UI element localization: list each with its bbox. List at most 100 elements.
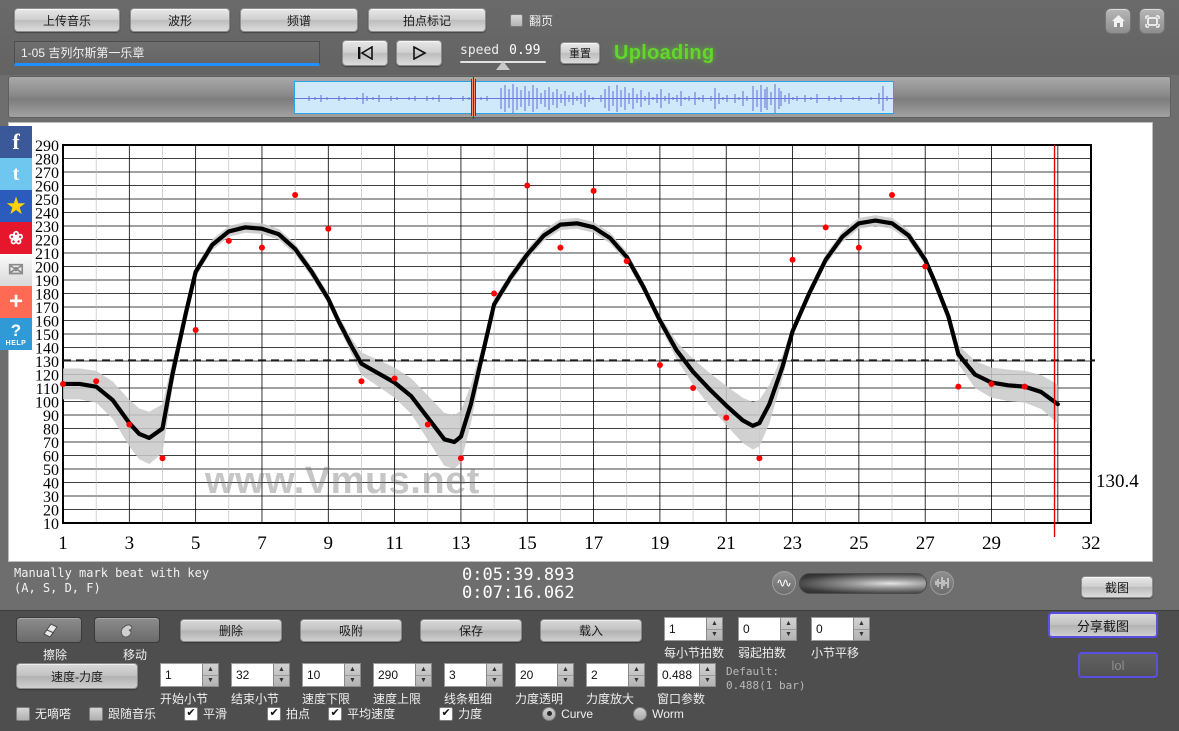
- smooth-group[interactable]: 平滑: [184, 705, 227, 722]
- dynamics-checkbox[interactable]: [439, 706, 454, 721]
- tempo-max-input[interactable]: [373, 663, 415, 687]
- spectrum-button[interactable]: 频谱: [240, 8, 358, 32]
- beats-group[interactable]: 拍点: [267, 705, 310, 722]
- waveform-selection-region[interactable]: [294, 81, 894, 114]
- page-flip-checkbox[interactable]: [510, 13, 523, 27]
- line-width-stepper[interactable]: ▲ ▼: [444, 663, 503, 687]
- beats-checkbox[interactable]: [267, 706, 282, 721]
- save-button[interactable]: 保存: [420, 619, 522, 642]
- spinner-down-icon[interactable]: ▼: [629, 676, 644, 687]
- window-param-stepper[interactable]: ▲ ▼: [657, 663, 716, 687]
- dynamics-scale-stepper[interactable]: ▲ ▼: [586, 663, 645, 687]
- snap-button[interactable]: 吸附: [300, 619, 402, 642]
- tempo-chart-panel[interactable]: 10 20 30 40 50 60 70 80 90 100 110 120 130 140 150 160 1…: [8, 122, 1153, 562]
- dynamics-opacity-group[interactable]: ▲ ▼ 力度透明: [515, 663, 574, 707]
- waveform-playhead-line[interactable]: [473, 77, 474, 119]
- start-bar-input[interactable]: [160, 663, 202, 687]
- rewind-button[interactable]: [342, 40, 388, 66]
- track-title-field[interactable]: 1-05 吉列尔斯第一乐章: [14, 40, 320, 66]
- spinner-down-icon[interactable]: ▼: [416, 676, 431, 687]
- waveform-zoom-out-button[interactable]: [772, 571, 796, 595]
- spinner-up-icon[interactable]: ▲: [629, 664, 644, 676]
- snapshot-button[interactable]: 截图: [1081, 576, 1153, 598]
- speed-slider-group[interactable]: speed 0.99: [460, 43, 546, 70]
- dynamics-scale-group[interactable]: ▲ ▼ 力度放大: [586, 663, 645, 707]
- dynamics-opacity-stepper[interactable]: ▲ ▼: [515, 663, 574, 687]
- pickup-beats-stepper[interactable]: ▲ ▼: [738, 617, 798, 641]
- spinner-up-icon[interactable]: ▲: [487, 664, 502, 676]
- tempo-dynamics-button[interactable]: 速度-力度: [16, 663, 138, 689]
- upload-music-button[interactable]: 上传音乐: [14, 8, 120, 32]
- dynamics-scale-arrows[interactable]: ▲ ▼: [628, 663, 645, 687]
- start-bar-arrows[interactable]: ▲ ▼: [202, 663, 219, 687]
- line-width-input[interactable]: [444, 663, 486, 687]
- move-tool-group[interactable]: 移动: [94, 617, 176, 663]
- window-param-arrows[interactable]: ▲ ▼: [699, 663, 716, 687]
- erase-tool-group[interactable]: 擦除: [16, 617, 94, 663]
- spinner-down-icon[interactable]: ▼: [854, 630, 869, 641]
- fullscreen-button[interactable]: [1139, 8, 1165, 34]
- spinner-down-icon[interactable]: ▼: [558, 676, 573, 687]
- beat-mark-button[interactable]: 拍点标记: [368, 8, 486, 32]
- tempo-min-arrows[interactable]: ▲ ▼: [344, 663, 361, 687]
- beats-per-bar-input[interactable]: [664, 617, 706, 641]
- spinner-down-icon[interactable]: ▼: [203, 676, 218, 687]
- waveform-button[interactable]: 波形: [130, 8, 230, 32]
- tempo-min-group[interactable]: ▲ ▼ 速度下限: [302, 663, 361, 707]
- start-bar-stepper[interactable]: ▲ ▼: [160, 663, 219, 687]
- add-more-icon[interactable]: +: [0, 286, 32, 318]
- spinner-down-icon[interactable]: ▼: [345, 676, 360, 687]
- spinner-up-icon[interactable]: ▲: [707, 618, 722, 630]
- tempo-max-stepper[interactable]: ▲ ▼: [373, 663, 432, 687]
- pickup-beats-group[interactable]: ▲ ▼ 弱起拍数: [738, 617, 798, 661]
- spinner-up-icon[interactable]: ▲: [345, 664, 360, 676]
- end-bar-arrows[interactable]: ▲ ▼: [273, 663, 290, 687]
- tempo-max-arrows[interactable]: ▲ ▼: [415, 663, 432, 687]
- load-button[interactable]: 载入: [540, 619, 642, 642]
- average-tempo-group[interactable]: 平均速度: [328, 705, 395, 722]
- qzone-star-icon[interactable]: ★: [0, 190, 32, 222]
- spinner-up-icon[interactable]: ▲: [781, 618, 797, 630]
- average-tempo-checkbox[interactable]: [328, 706, 343, 721]
- tempo-max-group[interactable]: ▲ ▼ 速度上限: [373, 663, 432, 707]
- delete-button[interactable]: 删除: [180, 619, 282, 642]
- spinner-up-icon[interactable]: ▲: [854, 618, 870, 630]
- dynamics-opacity-arrows[interactable]: ▲ ▼: [557, 663, 574, 687]
- beats-per-bar-stepper[interactable]: ▲ ▼: [664, 617, 723, 641]
- spinner-down-icon[interactable]: ▼: [700, 676, 715, 687]
- move-button[interactable]: [94, 617, 160, 643]
- spinner-down-icon[interactable]: ▼: [274, 676, 289, 687]
- spinner-down-icon[interactable]: ▼: [781, 630, 796, 641]
- tempo-min-input[interactable]: [302, 663, 344, 687]
- tempo-chart[interactable]: 1020304050607080901001101201301401501601…: [9, 123, 1154, 563]
- no-click-group[interactable]: 无嘀嗒: [16, 705, 71, 722]
- waveform-zoom-slider[interactable]: [772, 570, 954, 596]
- share-disabled-button[interactable]: lol: [1078, 652, 1158, 678]
- tempo-min-stepper[interactable]: ▲ ▼: [302, 663, 361, 687]
- worm-radio[interactable]: [633, 706, 648, 721]
- curve-radio[interactable]: [542, 706, 557, 721]
- end-bar-input[interactable]: [231, 663, 273, 687]
- spinner-up-icon[interactable]: ▲: [416, 664, 431, 676]
- beats-per-bar-group[interactable]: ▲ ▼ 每小节拍数: [664, 617, 724, 661]
- weibo-icon[interactable]: ❀: [0, 222, 32, 254]
- waveform-overview-strip[interactable]: [8, 76, 1171, 119]
- spinner-up-icon[interactable]: ▲: [274, 664, 289, 676]
- beats-per-bar-arrows[interactable]: ▲ ▼: [706, 617, 723, 641]
- spinner-up-icon[interactable]: ▲: [203, 664, 218, 676]
- page-flip-checkbox-group[interactable]: 翻页: [510, 12, 553, 29]
- smooth-checkbox[interactable]: [184, 706, 199, 721]
- spinner-down-icon[interactable]: ▼: [707, 630, 722, 641]
- spinner-up-icon[interactable]: ▲: [700, 664, 715, 676]
- share-snapshot-button[interactable]: 分享截图: [1048, 612, 1158, 638]
- pickup-beats-input[interactable]: [738, 617, 781, 641]
- waveform-zoom-in-button[interactable]: [930, 571, 954, 595]
- twitter-icon[interactable]: t: [0, 158, 32, 190]
- dynamics-opacity-input[interactable]: [515, 663, 557, 687]
- speed-slider-knob[interactable]: [496, 61, 510, 70]
- worm-radio-group[interactable]: Worm: [633, 706, 684, 721]
- home-button[interactable]: [1105, 8, 1131, 34]
- email-icon[interactable]: ✉: [0, 254, 32, 286]
- spinner-up-icon[interactable]: ▲: [558, 664, 573, 676]
- dynamics-scale-input[interactable]: [586, 663, 628, 687]
